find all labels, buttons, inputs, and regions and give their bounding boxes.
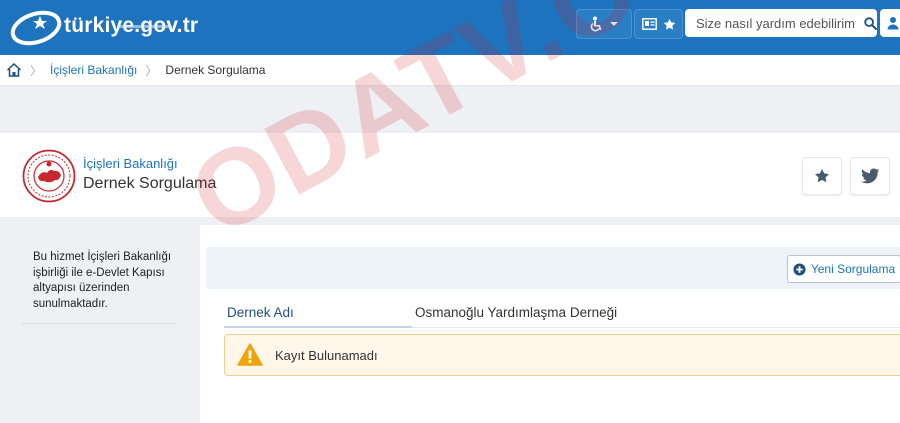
association-name-value: Osmanoğlu Yardımlaşma Derneği bbox=[415, 305, 618, 320]
user-login-button[interactable] bbox=[880, 9, 900, 37]
search-input[interactable] bbox=[694, 14, 858, 32]
breadcrumb: 〉 İçişleri Bakanlığı 〉 Dernek Sorgulama bbox=[0, 55, 900, 86]
page-title: Dernek Sorgulama bbox=[83, 175, 217, 192]
breadcrumb-link-ministry[interactable]: İçişleri Bakanlığı bbox=[50, 63, 137, 77]
label-underline bbox=[224, 326, 412, 328]
association-name-label: Dernek Adı bbox=[227, 305, 294, 320]
breadcrumb-separator: 〉 bbox=[30, 63, 43, 78]
logo-tagline bbox=[118, 25, 172, 28]
service-info-text: Bu hizmet İçişleri Bakanlığı işbirliği i… bbox=[33, 251, 172, 310]
accessibility-icon bbox=[590, 16, 602, 32]
top-navbar: türkiye.gov.tr bbox=[0, 0, 900, 55]
search-box[interactable] bbox=[685, 9, 877, 37]
sidebar-divider bbox=[22, 323, 177, 324]
plus-circle-icon bbox=[793, 262, 806, 276]
no-record-alert: Kayıt Bulunamadı bbox=[224, 334, 900, 376]
warning-icon bbox=[237, 343, 263, 366]
twitter-icon bbox=[861, 168, 880, 183]
star-icon bbox=[663, 18, 675, 30]
alert-message: Kayıt Bulunamadı bbox=[275, 348, 378, 363]
twitter-share-button[interactable] bbox=[850, 157, 890, 195]
id-card-icon bbox=[641, 18, 657, 30]
favorite-button[interactable] bbox=[802, 157, 842, 195]
breadcrumb-current: Dernek Sorgulama bbox=[165, 63, 266, 77]
crescent-star-logo-icon bbox=[10, 10, 62, 46]
ministry-name[interactable]: İçişleri Bakanlığı bbox=[83, 156, 178, 171]
accessibility-button[interactable] bbox=[576, 9, 632, 39]
ministry-emblem-icon bbox=[22, 149, 76, 203]
new-query-button[interactable]: Yeni Sorgulama bbox=[787, 255, 900, 283]
chevron-down-icon bbox=[610, 22, 618, 26]
user-icon bbox=[887, 17, 899, 30]
new-query-label: Yeni Sorgulama bbox=[810, 262, 896, 276]
home-icon[interactable] bbox=[6, 62, 22, 78]
id-favorites-button[interactable] bbox=[634, 9, 683, 39]
search-icon[interactable] bbox=[864, 16, 877, 30]
value-underline bbox=[412, 327, 900, 328]
breadcrumb-separator: 〉 bbox=[145, 63, 158, 78]
star-icon bbox=[815, 169, 829, 183]
